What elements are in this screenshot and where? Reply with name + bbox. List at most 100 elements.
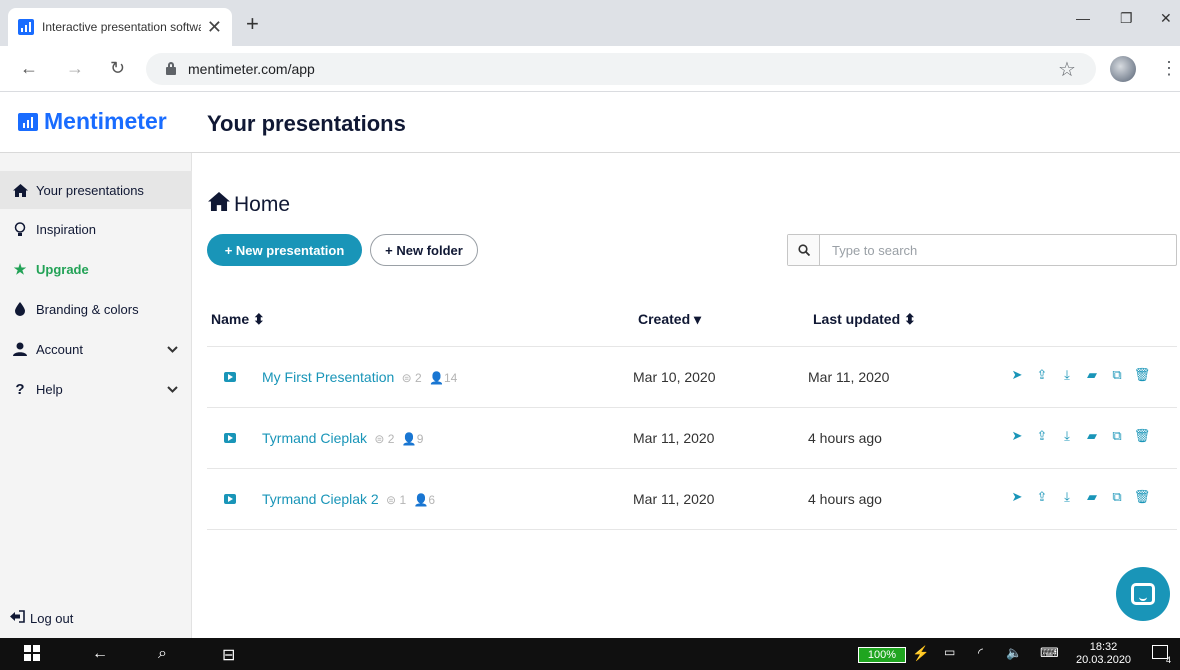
app-header: Mentimeter Your presentations xyxy=(0,92,1180,153)
task-view-icon[interactable]: ⊟ xyxy=(222,645,235,665)
browser-tab[interactable]: Interactive presentation software ✕ xyxy=(8,8,232,46)
page-title: Your presentations xyxy=(207,111,406,136)
column-label: Last updated xyxy=(813,311,901,327)
new-presentation-button[interactable]: + New presentation xyxy=(207,234,362,266)
export-icon[interactable]: ⇪ xyxy=(1034,367,1050,383)
export-icon[interactable]: ⇪ xyxy=(1034,428,1050,444)
sort-icon: ⬍ xyxy=(253,311,265,327)
delete-icon[interactable]: 🗑 xyxy=(1134,428,1151,444)
table-row[interactable]: My First Presentation ⊜ 2 👤14 Mar 10, 20… xyxy=(207,347,1177,408)
browser-menu-icon[interactable]: ⋮ xyxy=(1160,58,1178,79)
profile-avatar[interactable] xyxy=(1110,56,1136,82)
sidebar-item-label: Branding & colors xyxy=(36,301,139,317)
search-icon[interactable]: ⌕ xyxy=(158,645,167,663)
clock-date: 20.03.2020 xyxy=(1076,654,1132,666)
volume-icon[interactable]: 🔈 xyxy=(1006,645,1022,661)
close-window-icon[interactable]: ✕ xyxy=(1160,10,1172,27)
mentimeter-logo[interactable]: Mentimeter xyxy=(18,108,167,135)
wifi-icon[interactable]: ◜ xyxy=(978,645,983,661)
mentimeter-favicon xyxy=(18,19,34,35)
duplicate-icon[interactable]: ⧉ xyxy=(1109,489,1125,505)
sidebar-item-inspiration[interactable]: Inspiration xyxy=(0,210,192,248)
folder-heading: Home xyxy=(208,192,290,217)
table-row[interactable]: Tyrmand Cieplak ⊜ 2 👤9 Mar 11, 2020 4 ho… xyxy=(207,408,1177,469)
new-tab-icon[interactable]: + xyxy=(246,13,259,35)
user-icon xyxy=(10,342,30,356)
present-icon[interactable] xyxy=(224,372,236,382)
browser-toolbar: ← → ↻ mentimeter.com/app ☆ ⋮ xyxy=(0,46,1180,92)
updated-date: 4 hours ago xyxy=(808,430,882,446)
created-date: Mar 10, 2020 xyxy=(633,369,716,385)
logo-text: Mentimeter xyxy=(44,108,167,134)
download-icon[interactable]: ⤓ xyxy=(1059,367,1075,383)
presentation-name[interactable]: My First Presentation ⊜ 2 👤14 xyxy=(262,369,457,385)
move-to-folder-icon[interactable]: ▰ xyxy=(1084,367,1100,383)
star-icon: ★ xyxy=(13,260,27,277)
present-icon[interactable] xyxy=(224,433,236,443)
close-tab-icon[interactable]: ✕ xyxy=(207,17,222,38)
export-icon[interactable]: ⇪ xyxy=(1034,489,1050,505)
search-box xyxy=(787,234,1177,266)
duplicate-icon[interactable]: ⧉ xyxy=(1109,367,1125,383)
response-count: 👤6 xyxy=(410,493,436,507)
minimize-icon[interactable]: — xyxy=(1076,10,1090,26)
chat-support-button[interactable] xyxy=(1116,567,1170,621)
share-icon[interactable]: ➤ xyxy=(1009,428,1025,444)
search-input[interactable] xyxy=(820,235,1176,265)
clock-time: 18:32 xyxy=(1089,641,1118,653)
browser-tabstrip: Interactive presentation software ✕ + — … xyxy=(0,0,1180,46)
sidebar-item-label: Help xyxy=(36,381,63,397)
slide-count-value: 1 xyxy=(399,493,407,507)
created-date: Mar 11, 2020 xyxy=(633,430,715,446)
share-icon[interactable]: ➤ xyxy=(1009,367,1025,383)
response-count-value: 14 xyxy=(443,371,458,385)
created-date: Mar 11, 2020 xyxy=(633,491,715,507)
logout-icon xyxy=(10,610,26,626)
chevron-down-icon[interactable] xyxy=(167,382,178,396)
home-icon xyxy=(208,192,230,217)
reload-icon[interactable]: ↻ xyxy=(110,58,125,78)
duplicate-icon[interactable]: ⧉ xyxy=(1109,428,1125,444)
address-bar[interactable]: mentimeter.com/app xyxy=(146,53,1096,85)
sidebar-item-your-presentations[interactable]: Your presentations xyxy=(0,171,192,209)
column-label: Created xyxy=(638,311,691,327)
logout-link[interactable]: Log out xyxy=(10,610,73,626)
sidebar-item-label: Account xyxy=(36,341,83,357)
column-header-last-updated[interactable]: Last updated ⬍ xyxy=(813,311,916,328)
delete-icon[interactable]: 🗑 xyxy=(1134,367,1151,383)
delete-icon[interactable]: 🗑 xyxy=(1134,489,1151,505)
move-to-folder-icon[interactable]: ▰ xyxy=(1084,428,1100,444)
back-icon[interactable]: ← xyxy=(20,58,38,78)
sidebar-item-upgrade[interactable]: ★ Upgrade xyxy=(0,250,192,288)
keyboard-icon[interactable]: ⌨ xyxy=(1040,645,1059,661)
presentation-name[interactable]: Tyrmand Cieplak ⊜ 2 👤9 xyxy=(262,430,423,446)
power-icon: ⚡ xyxy=(912,645,930,661)
presentation-title: Tyrmand Cieplak xyxy=(262,430,368,446)
chevron-down-icon[interactable] xyxy=(167,342,178,356)
restore-icon[interactable]: ❐ xyxy=(1120,10,1133,27)
move-to-folder-icon[interactable]: ▰ xyxy=(1084,489,1100,505)
new-folder-button[interactable]: + New folder xyxy=(370,234,478,266)
column-header-name[interactable]: Name ⬍ xyxy=(211,311,265,328)
windows-start-icon[interactable] xyxy=(24,645,40,666)
column-header-created[interactable]: Created ▾ xyxy=(638,311,701,328)
sidebar-item-account[interactable]: Account xyxy=(0,330,192,368)
share-icon[interactable]: ➤ xyxy=(1009,489,1025,505)
present-icon[interactable] xyxy=(224,494,236,504)
back-icon[interactable]: ← xyxy=(92,645,108,663)
device-icon: ▭ xyxy=(944,645,956,659)
sort-icon: ⬍ xyxy=(904,311,916,327)
sidebar-item-help[interactable]: ? Help xyxy=(0,370,192,408)
table-row[interactable]: Tyrmand Cieplak 2 ⊜ 1 👤6 Mar 11, 2020 4 … xyxy=(207,469,1177,530)
sort-desc-icon: ▾ xyxy=(694,311,702,327)
sidebar-item-branding[interactable]: Branding & colors xyxy=(0,290,192,328)
response-count: 👤9 xyxy=(398,432,424,446)
system-clock[interactable]: 18:32 20.03.2020 xyxy=(1076,641,1131,667)
presentation-name[interactable]: Tyrmand Cieplak 2 ⊜ 1 👤6 xyxy=(262,491,435,507)
forward-icon[interactable]: → xyxy=(66,58,84,78)
download-icon[interactable]: ⤓ xyxy=(1059,489,1075,505)
response-count: 👤14 xyxy=(425,371,458,385)
updated-date: Mar 11, 2020 xyxy=(808,369,890,385)
download-icon[interactable]: ⤓ xyxy=(1059,428,1075,444)
bookmark-star-icon[interactable]: ☆ xyxy=(1058,57,1076,82)
